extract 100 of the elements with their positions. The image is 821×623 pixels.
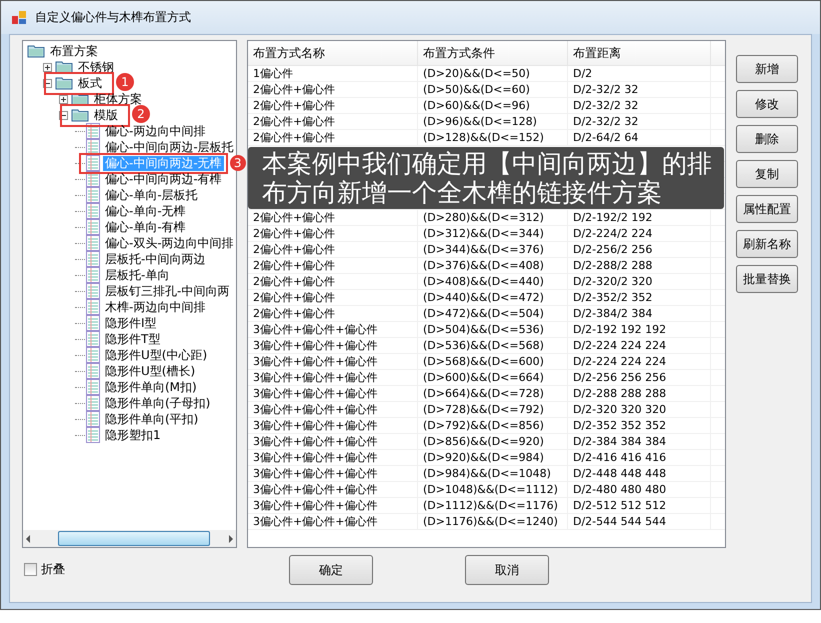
tree-item[interactable]: 板式 xyxy=(76,76,104,90)
table-cell: D/2-416 416 416 xyxy=(568,450,711,465)
table-cell: (D>1176)&&(D<=1240) xyxy=(418,514,568,529)
table-cell: 2偏心件+偏心件 xyxy=(248,130,418,145)
tree-item[interactable]: 偏心-中间向两边-有榫 xyxy=(103,172,224,186)
list-icon xyxy=(86,251,100,267)
tree-item[interactable]: 布置方案 xyxy=(48,44,100,58)
tree-item[interactable]: 隐形塑扣1 xyxy=(103,428,163,442)
table-cell: 2偏心件+偏心件 xyxy=(248,82,418,97)
tree-item[interactable]: 隐形件U型(中心距) xyxy=(103,348,210,362)
step-marker: 3 xyxy=(230,154,246,170)
list-icon xyxy=(86,219,100,235)
table-cell: (D>664)&&(D<=728) xyxy=(418,386,568,401)
table-cell: (D>920)&&(D<=984) xyxy=(418,450,568,465)
scroll-left-icon[interactable] xyxy=(26,534,30,542)
table-cell: (D>50)&&(D<=60) xyxy=(418,82,568,97)
horizontal-scrollbar[interactable] xyxy=(23,530,236,547)
tree-item[interactable]: 层板托-单向 xyxy=(103,268,172,282)
table-cell: D/2-192 192 192 xyxy=(568,322,711,337)
tree-item[interactable]: 层板托-中间向两边 xyxy=(103,252,208,266)
table-cell: 3偏心件+偏心件+偏心件 xyxy=(248,466,418,481)
table-cell: D/2-512 512 512 xyxy=(568,498,711,513)
step-marker: 2 xyxy=(132,104,150,122)
list-icon xyxy=(86,283,100,299)
tree-item[interactable]: 隐形件I型 xyxy=(103,316,159,330)
table-cell: 3偏心件+偏心件+偏心件 xyxy=(248,450,418,465)
list-icon xyxy=(86,155,100,171)
table-cell: D/2-352/2 352 xyxy=(568,290,711,305)
dialog-button[interactable]: 确定 xyxy=(289,555,373,585)
table-cell: D/2-32/2 32 xyxy=(568,82,711,97)
table-cell: (D>568)&&(D<=600) xyxy=(418,354,568,369)
tree-item[interactable]: 层板钉三排孔-中间向两 xyxy=(103,284,232,298)
table-cell: (D>856)&&(D<=920) xyxy=(418,434,568,449)
action-button[interactable]: 新增 xyxy=(736,55,798,83)
tree-item[interactable]: 隐形件单向(平扣) xyxy=(103,412,200,426)
table-cell: (D>280)&&(D<=312) xyxy=(418,210,568,225)
list-icon xyxy=(86,379,100,395)
app-icon xyxy=(11,10,27,26)
table-cell: 2偏心件+偏心件 xyxy=(248,258,418,273)
table-cell: D/2-448 448 448 xyxy=(568,466,711,481)
scroll-right-icon[interactable] xyxy=(229,534,233,542)
tree-item[interactable]: 偏心-双头-两边向中间排 xyxy=(103,236,236,250)
expand-icon[interactable] xyxy=(43,62,52,72)
table-cell: D/2-352 352 352 xyxy=(568,418,711,433)
table-cell: 2偏心件+偏心件 xyxy=(248,226,418,241)
tree-item[interactable]: 隐形件U型(槽长) xyxy=(103,364,198,378)
action-button[interactable]: 复制 xyxy=(736,160,798,188)
caption-text: 本案例中我们确定用【中间向两边】的排 xyxy=(262,149,712,178)
tree-item[interactable]: 偏心-单向-有榫 xyxy=(103,220,188,234)
table-cell: D/2-256/2 256 xyxy=(568,242,711,257)
table-cell: (D>536)&&(D<=568) xyxy=(418,338,568,353)
table-cell: 3偏心件+偏心件+偏心件 xyxy=(248,402,418,417)
list-icon xyxy=(86,331,100,347)
action-button[interactable]: 批量替换 xyxy=(736,265,798,293)
table-cell: 1偏心件 xyxy=(248,66,418,81)
dialog-button[interactable]: 取消 xyxy=(465,555,549,585)
table-cell: 3偏心件+偏心件+偏心件 xyxy=(248,514,418,529)
tree-item[interactable]: 不锈钢 xyxy=(76,60,116,74)
tree-item[interactable]: 隐形件T型 xyxy=(103,332,162,346)
table-cell: (D>312)&&(D<=344) xyxy=(418,226,568,241)
tree-item[interactable]: 偏心-两边向中间排 xyxy=(103,124,208,138)
table-cell: D/2-224 224 224 xyxy=(568,338,711,353)
tree-item[interactable]: 偏心-中间向两边-层板托 xyxy=(103,140,236,154)
action-button[interactable]: 刷新名称 xyxy=(736,230,798,258)
action-button[interactable]: 属性配置 xyxy=(736,195,798,223)
table-cell: D/2 xyxy=(568,66,711,81)
table-cell: D/2-224 224 224 xyxy=(568,354,711,369)
tree-item[interactable]: 木榫-两边向中间排 xyxy=(103,300,208,314)
checkbox-label: 折叠 xyxy=(41,561,65,578)
table-cell: (D>792)&&(D<=856) xyxy=(418,418,568,433)
list-icon xyxy=(86,203,100,219)
table-cell: (D>96)&&(D<=128) xyxy=(418,114,568,129)
tree-item[interactable]: 偏心-单向-层板托 xyxy=(103,188,200,202)
table-cell: D/2-64/2 64 xyxy=(568,130,711,145)
column-header[interactable]: 布置方式条件 xyxy=(418,41,568,65)
tree-item[interactable]: 模版 xyxy=(92,108,120,122)
column-header[interactable]: 布置方式名称 xyxy=(248,41,418,65)
tree-item[interactable]: 隐形件单向(M扣) xyxy=(103,380,199,394)
table-cell: (D>440)&&(D<=472) xyxy=(418,290,568,305)
checkbox[interactable] xyxy=(24,563,37,576)
column-header[interactable]: 布置距离 xyxy=(568,41,711,65)
table-cell: D/2-32/2 32 xyxy=(568,114,711,129)
tree-item[interactable]: 偏心-单向-无榫 xyxy=(103,204,188,218)
tree-item[interactable]: 柜体方案 xyxy=(92,92,144,106)
table-cell: 3偏心件+偏心件+偏心件 xyxy=(248,482,418,497)
folder-icon xyxy=(55,60,73,74)
list-icon xyxy=(86,299,100,315)
caption-text: 布方向新增一个全木榫的链接件方案 xyxy=(262,178,662,207)
table-cell: (D>344)&&(D<=376) xyxy=(418,242,568,257)
table-cell: 3偏心件+偏心件+偏心件 xyxy=(248,354,418,369)
table-cell: (D>728)&&(D<=792) xyxy=(418,402,568,417)
action-button[interactable]: 删除 xyxy=(736,125,798,153)
table-cell: D/2-320 320 320 xyxy=(568,402,711,417)
table-cell: D/2-224/2 224 xyxy=(568,226,711,241)
action-button[interactable]: 修改 xyxy=(736,90,798,118)
scrollbar-thumb[interactable] xyxy=(58,531,210,546)
folder-icon xyxy=(55,76,73,90)
table-cell: (D>1048)&&(D<=1112) xyxy=(418,482,568,497)
list-icon xyxy=(86,347,100,363)
tree-item[interactable]: 隐形件单向(子母扣) xyxy=(103,396,212,410)
